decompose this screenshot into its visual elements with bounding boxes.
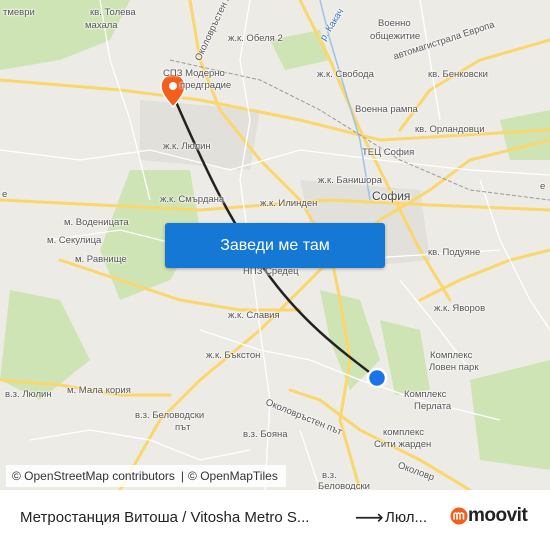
label-sitigarden-1: комплекс: [383, 427, 425, 438]
label-edge-e-2: е: [540, 181, 546, 192]
moovit-logo-icon: [450, 507, 468, 525]
label-yavorov: ж.к. Яворов: [434, 303, 486, 314]
moovit-brand-text: moovit: [468, 505, 528, 526]
label-voenna-rampa: Военна рампа: [355, 104, 418, 115]
label-ilinden: ж.к. Илинден: [260, 198, 318, 209]
label-spz-1: СПЗ Модерно: [163, 68, 225, 79]
label-loven-2: Ловен парк: [429, 362, 479, 373]
take-me-there-button[interactable]: Заведи ме там: [165, 223, 385, 268]
destination-name: Люл...: [385, 509, 428, 526]
label-orlandovtsi: кв. Орландовци: [415, 124, 485, 135]
label-vodenitsata: м. Воденицата: [64, 217, 129, 228]
map-attribution: © OpenStreetMap contributors | © OpenMap…: [6, 465, 286, 487]
moovit-logo[interactable]: moovit: [450, 505, 528, 527]
label-vz-south-1: в.з.: [322, 470, 337, 481]
label-edge-e-1: е: [2, 189, 8, 200]
label-lyulin-zhk: ж.к. Люлин: [163, 141, 211, 152]
label-sitigarden-2: Сити жарден: [374, 439, 432, 450]
label-bakston: ж.к. Бъкстон: [206, 350, 261, 361]
attribution-separator: |: [180, 469, 185, 483]
label-obelya: ж.к. Обеля 2: [228, 33, 283, 44]
origin-marker: [366, 367, 388, 389]
label-voenno-1: Военно: [378, 18, 411, 29]
label-toleva-1: кв. Толева: [90, 7, 136, 18]
openmaptiles-attribution-link[interactable]: © OpenMapTiles: [188, 469, 278, 483]
osm-attribution-link[interactable]: © OpenStreetMap contributors: [12, 469, 175, 483]
label-perlata-1: Комплекс: [404, 389, 447, 400]
label-boyana: в.з. Бояна: [243, 429, 288, 440]
label-sofia: София: [372, 189, 411, 203]
map[interactable]: кв. Толева махала тмеври София Околовръс…: [0, 0, 550, 490]
label-belovodski-2: път: [175, 422, 191, 433]
label-voenno-2: общежитие: [370, 31, 421, 42]
label-vz-south-2: Беловодски: [318, 481, 370, 490]
label-podujane: кв. Подуяне: [428, 247, 481, 258]
label-vz-lyulin: в.з. Люлин: [5, 389, 52, 400]
label-smyrdana: ж.к. Смърдана: [160, 194, 225, 205]
label-slavia: ж.к. Славия: [228, 310, 280, 321]
origin-stop-name: Метростанция Витоша / Vitosha Metro S...: [20, 509, 310, 526]
label-svoboda: ж.к. Свобода: [317, 69, 374, 80]
label-sekulitsa: м. Секулица: [47, 235, 102, 246]
label-ravnishte: м. Равнище: [75, 254, 127, 265]
label-tmevri: тмеври: [3, 7, 35, 18]
label-belovodski-1: в.з. Беловодски: [135, 410, 205, 421]
label-tets: ТЕЦ София: [362, 147, 415, 158]
label-perlata-2: Перлата: [414, 401, 452, 412]
label-mala-koria: м. Мала кория: [67, 385, 131, 396]
label-banishora: ж.к. Банишора: [318, 175, 382, 186]
label-toleva-2: махала: [85, 20, 118, 31]
label-spz-2: предградие: [180, 80, 232, 91]
label-benkovski: кв. Бенковски: [428, 69, 488, 80]
arrow-right-icon: ⟶: [355, 507, 384, 529]
label-loven-1: Комплекс: [430, 350, 473, 361]
